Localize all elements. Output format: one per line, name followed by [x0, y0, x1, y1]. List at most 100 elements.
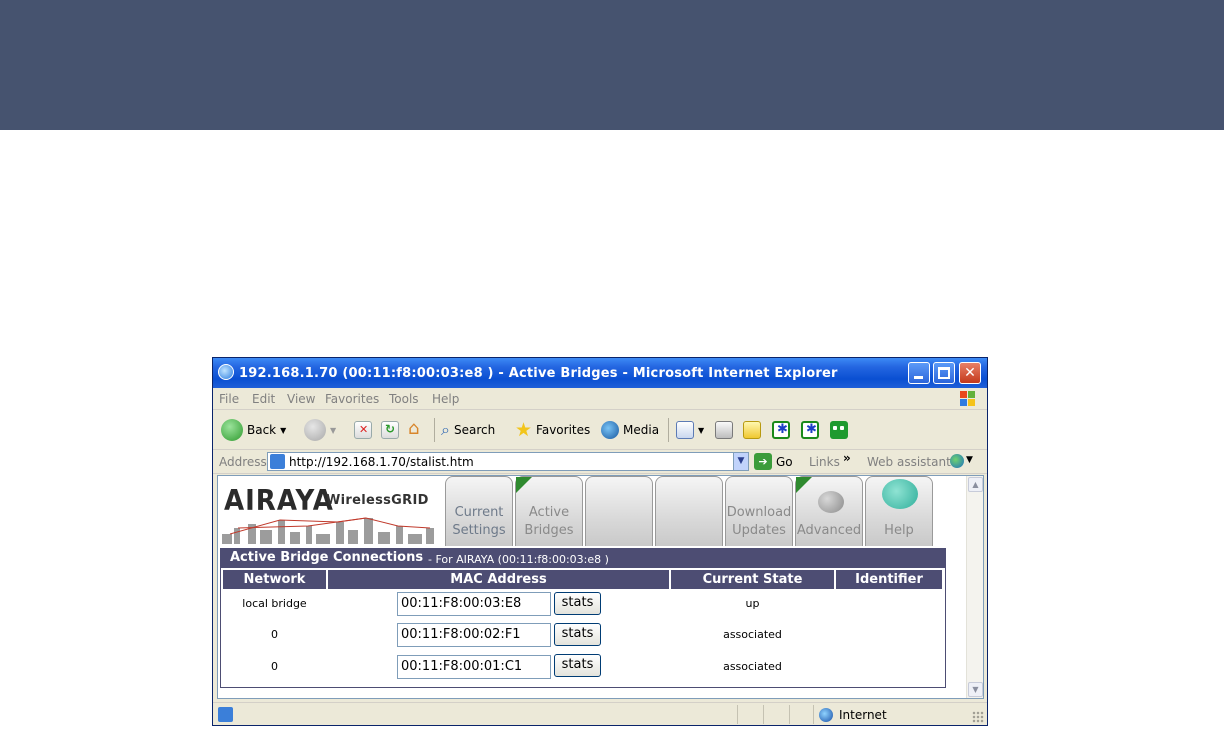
column-header-state: Current State: [671, 570, 834, 589]
maximize-button[interactable]: [933, 362, 955, 384]
back-dropdown-icon[interactable]: ▼: [280, 426, 286, 435]
stats-button[interactable]: stats: [554, 623, 601, 646]
tab-active-bridges[interactable]: Active Bridges: [515, 476, 583, 546]
menu-help[interactable]: Help: [432, 392, 459, 406]
tab-help[interactable]: Help: [865, 476, 933, 546]
column-header-mac: MAC Address: [328, 570, 669, 589]
minimize-button[interactable]: [908, 362, 930, 384]
skyline-graphic: [222, 517, 434, 544]
mac-address-field[interactable]: 00:11:F8:00:03:E8: [397, 592, 551, 616]
forward-arrow-icon: [304, 419, 326, 441]
scroll-up-icon[interactable]: ▲: [968, 477, 983, 492]
internet-zone-globe-icon: [819, 708, 833, 722]
maximize-icon: [938, 367, 950, 379]
address-label: Address: [219, 455, 267, 469]
page-content: AIRAYA WirelessGRID Current Settings Act…: [217, 475, 984, 699]
tab-advanced[interactable]: Advanced: [795, 476, 863, 546]
search-button[interactable]: ⌕ Search: [441, 418, 495, 442]
go-button[interactable]: ➔ Go: [754, 453, 793, 470]
menu-bar: File Edit View Favorites Tools Help: [213, 388, 987, 410]
tab-current-settings[interactable]: Current Settings: [445, 476, 513, 546]
web-assistant-globe-icon[interactable]: [950, 454, 964, 468]
menu-view[interactable]: View: [287, 392, 315, 406]
network-cell: 0: [271, 660, 278, 673]
section-header: Active Bridge Connections - For AIRAYA (…: [220, 548, 946, 568]
active-flag-icon: [516, 477, 532, 493]
section-subtitle: - For AIRAYA (00:11:f8:00:03:e8 ): [428, 553, 609, 566]
stop-button[interactable]: ✕: [354, 418, 372, 442]
mail-icon: [676, 421, 694, 439]
mac-address-field[interactable]: 00:11:F8:00:01:C1: [397, 655, 551, 679]
links-label[interactable]: Links: [809, 455, 840, 469]
print-icon: [715, 421, 733, 439]
minimize-icon: [914, 376, 923, 379]
gears-icon: [818, 491, 844, 513]
back-button[interactable]: Back ▼: [221, 418, 286, 442]
address-input[interactable]: http://192.168.1.70/stalist.htm: [267, 452, 749, 471]
ie-window: 192.168.1.70 (00:11:f8:00:03:e8 ) - Acti…: [212, 357, 988, 726]
section-title: Active Bridge Connections: [230, 550, 424, 565]
security-zone-label: Internet: [839, 708, 887, 722]
resize-grip[interactable]: [972, 711, 984, 723]
address-bar: Address http://192.168.1.70/stalist.htm …: [213, 450, 987, 474]
column-header-network: Network: [223, 570, 326, 589]
tab-blank-1[interactable]: [585, 476, 653, 546]
messenger-button[interactable]: ✱: [772, 418, 790, 442]
edit-button[interactable]: [743, 418, 761, 442]
close-icon: ✕: [964, 365, 976, 381]
help-bubble-icon: [882, 479, 918, 509]
home-icon: ⌂: [408, 418, 420, 439]
stats-button[interactable]: stats: [554, 592, 601, 615]
print-button[interactable]: [715, 418, 733, 442]
airaya-logo: AIRAYA: [224, 484, 334, 518]
go-label: Go: [776, 454, 793, 469]
menu-tools[interactable]: Tools: [389, 392, 419, 406]
tab-label: Current Settings: [452, 505, 506, 538]
research-button[interactable]: [830, 418, 848, 442]
mail-dropdown-icon[interactable]: ▼: [698, 426, 704, 435]
vertical-scrollbar[interactable]: ▲ ▼: [966, 476, 983, 698]
network-cell: local bridge: [242, 597, 307, 610]
refresh-button[interactable]: ↻: [381, 418, 399, 442]
tab-download-updates[interactable]: Download Updates: [725, 476, 793, 546]
page-icon: [270, 454, 285, 469]
address-url: http://192.168.1.70/stalist.htm: [289, 455, 474, 469]
back-arrow-icon: [221, 419, 243, 441]
stats-button[interactable]: stats: [554, 654, 601, 677]
status-divider: [737, 705, 738, 724]
web-assistant-dropdown-icon[interactable]: ▼: [966, 455, 973, 465]
close-button[interactable]: ✕: [959, 362, 981, 384]
forward-dropdown-icon[interactable]: ▼: [330, 426, 336, 435]
media-globe-icon: [601, 421, 619, 439]
home-button[interactable]: ⌂: [408, 418, 426, 442]
discuss-button[interactable]: ✱: [801, 418, 819, 442]
menu-edit[interactable]: Edit: [252, 392, 275, 406]
windows-flag-icon: [960, 391, 976, 407]
favorites-star-icon: ★: [515, 419, 533, 441]
title-bar[interactable]: 192.168.1.70 (00:11:f8:00:03:e8 ) - Acti…: [213, 358, 987, 388]
web-assistant-label[interactable]: Web assistant: [867, 455, 951, 469]
address-dropdown-icon[interactable]: ▼: [733, 452, 749, 471]
media-button[interactable]: Media: [601, 418, 659, 442]
asterisk-icon: ✱: [806, 422, 817, 437]
menu-favorites[interactable]: Favorites: [325, 392, 379, 406]
media-label: Media: [623, 423, 660, 437]
links-chevron-icon[interactable]: »: [843, 451, 851, 465]
forward-button[interactable]: ▼: [304, 418, 336, 442]
mail-button[interactable]: ▼: [676, 418, 704, 442]
page-status-icon: [218, 707, 233, 722]
wirelessgrid-logo: WirelessGRID: [326, 493, 429, 508]
brand-logo: AIRAYA WirelessGRID: [220, 480, 442, 544]
back-label: Back: [247, 423, 277, 437]
window-title: 192.168.1.70 (00:11:f8:00:03:e8 ) - Acti…: [239, 366, 838, 381]
tab-label: Help: [884, 523, 914, 538]
favorites-label: Favorites: [536, 423, 591, 437]
go-arrow-icon: ➔: [754, 453, 772, 470]
favorites-button[interactable]: ★ Favorites: [515, 418, 590, 442]
tab-blank-2[interactable]: [655, 476, 723, 546]
mac-address-field[interactable]: 00:11:F8:00:02:F1: [397, 623, 551, 647]
refresh-icon: ↻: [385, 422, 396, 436]
menu-file[interactable]: File: [219, 392, 239, 406]
scroll-down-icon[interactable]: ▼: [968, 682, 983, 697]
state-cell: up: [745, 597, 760, 610]
